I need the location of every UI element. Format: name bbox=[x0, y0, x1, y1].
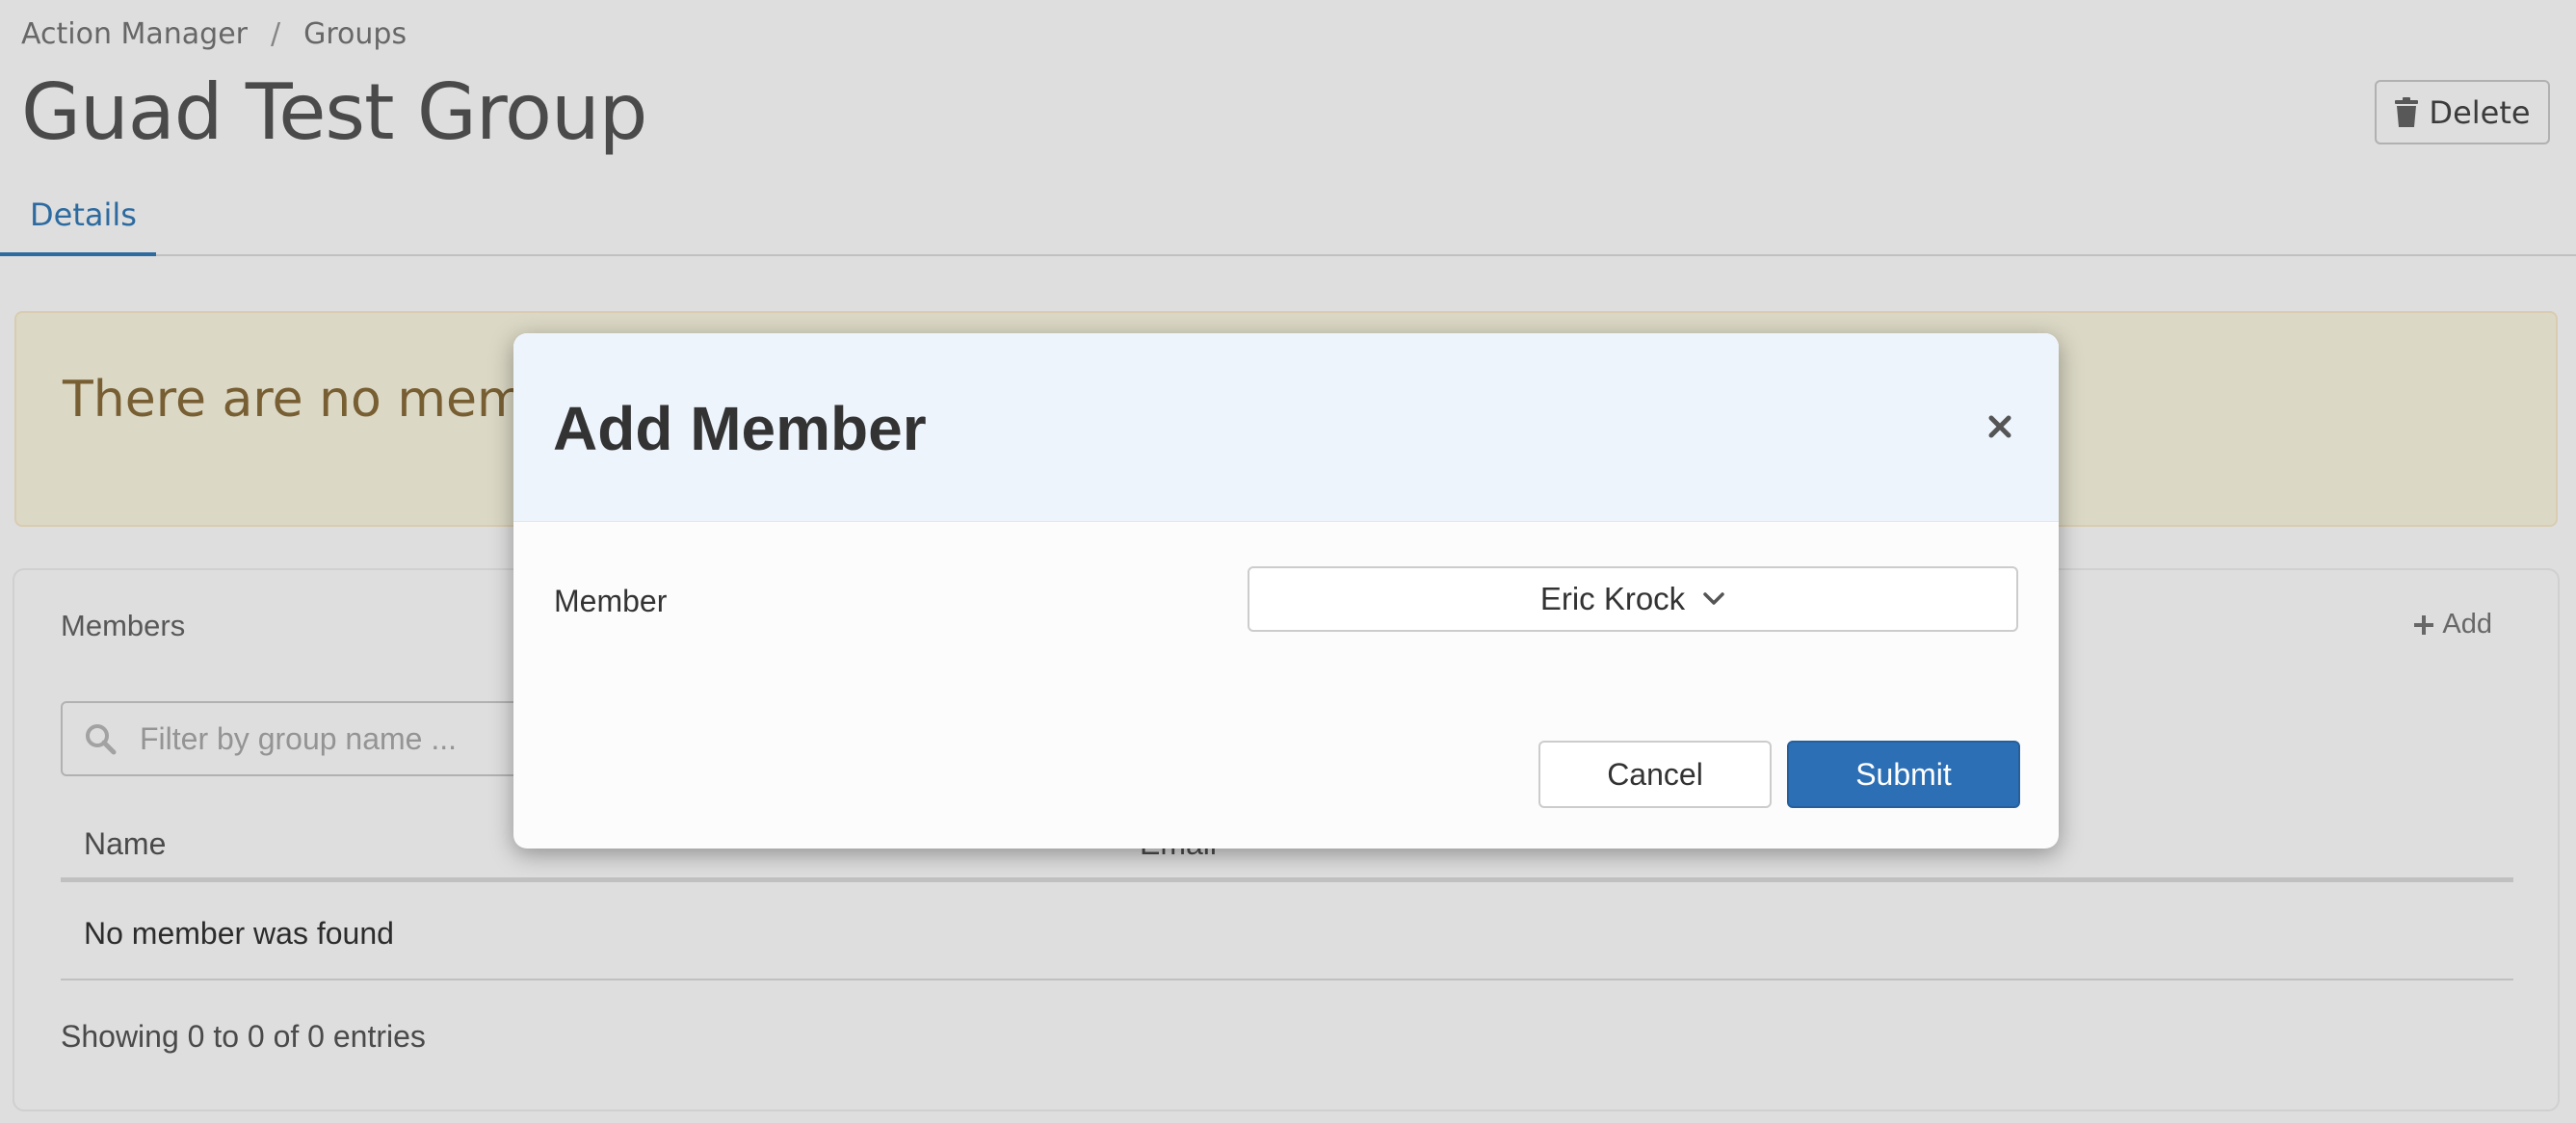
cancel-button[interactable]: Cancel bbox=[1538, 741, 1772, 808]
member-select[interactable]: Eric Krock bbox=[1248, 566, 2018, 632]
modal-title: Add Member bbox=[553, 394, 927, 463]
add-member-modal: Add Member Member Eric Krock Cancel Subm… bbox=[513, 333, 2059, 849]
modal-header: Add Member bbox=[513, 333, 2059, 522]
member-field-label: Member bbox=[554, 584, 668, 618]
chevron-down-icon bbox=[1703, 592, 1724, 605]
submit-button[interactable]: Submit bbox=[1787, 741, 2020, 808]
member-select-value: Eric Krock bbox=[1539, 581, 1686, 616]
close-icon[interactable] bbox=[1984, 410, 2016, 443]
